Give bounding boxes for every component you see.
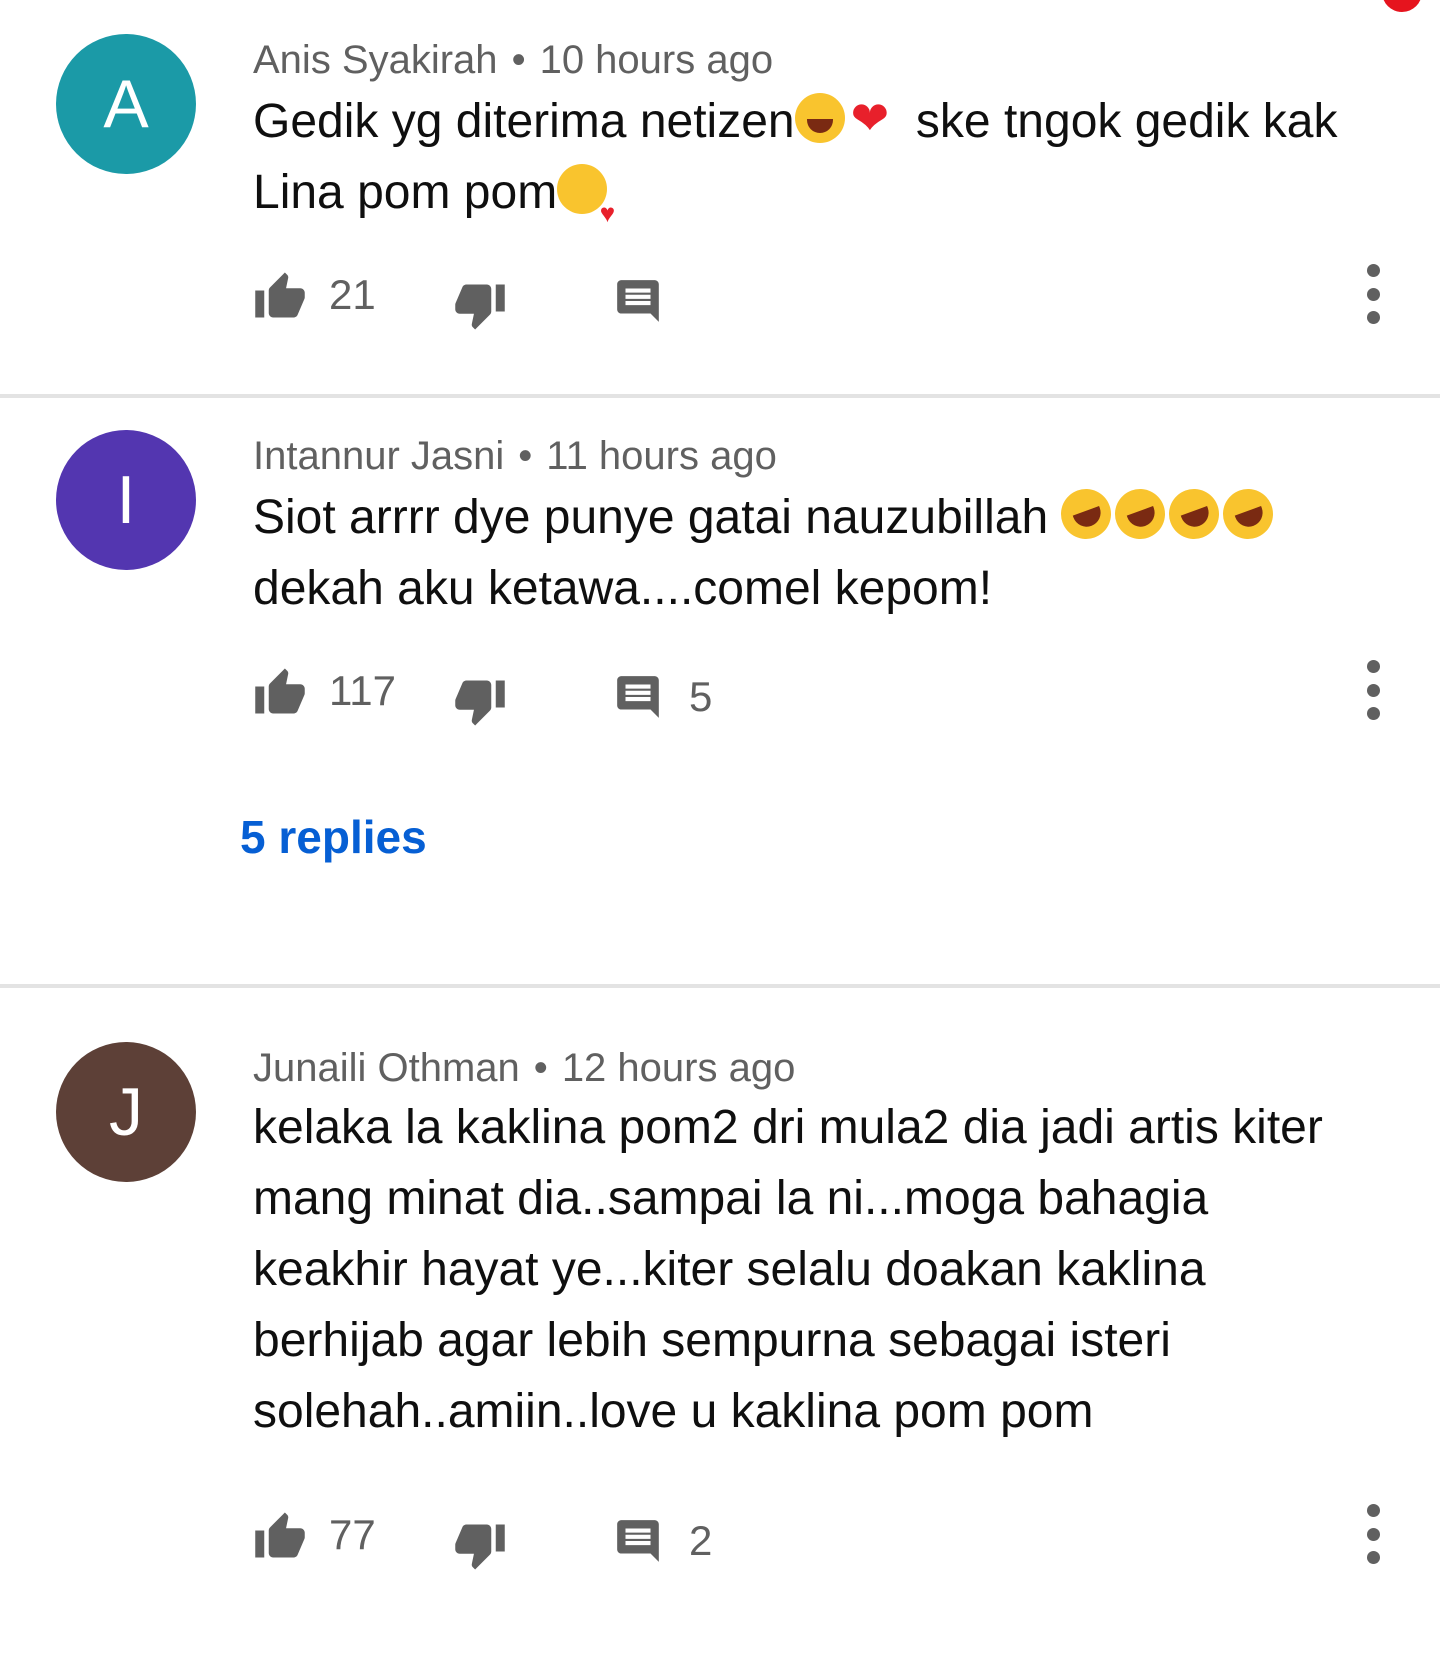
like-button[interactable]: 117 <box>253 656 396 726</box>
like-count: 21 <box>329 271 376 318</box>
face-blowing-kiss-emoji <box>557 164 615 249</box>
avatar[interactable]: J <box>56 1042 196 1182</box>
thumb-up-icon <box>255 272 305 318</box>
comment-text: Gedik yg diterima netizen ske tngok gedi… <box>253 86 1383 249</box>
dislike-button[interactable] <box>453 668 507 738</box>
reply-icon <box>617 280 659 322</box>
comment-author[interactable]: Junaili Othman <box>253 1046 520 1090</box>
comment-thread: J Junaili Othman • 12 hours ago kelaka la … <box>0 994 1440 1656</box>
comment-actions: 117 5 <box>253 656 1393 726</box>
meta-separator: • <box>511 38 526 82</box>
comment-meta: Anis Syakirah • 10 hours ago <box>253 36 773 84</box>
rofl-emoji <box>1108 481 1173 547</box>
rofl-emoji <box>1054 481 1119 547</box>
comment-time[interactable]: 12 hours ago <box>562 1046 796 1090</box>
avatar[interactable]: A <box>56 34 196 174</box>
comment-time[interactable]: 11 hours ago <box>546 434 777 478</box>
like-button[interactable]: 77 <box>253 1500 376 1570</box>
rofl-emoji <box>1216 481 1281 547</box>
reply-icon <box>617 1520 659 1562</box>
comment-thread: A Anis Syakirah • 10 hours ago Gedik yg di… <box>0 0 1440 398</box>
meta-separator: • <box>518 434 533 478</box>
grinning-sweat-emoji <box>794 93 845 143</box>
avatar-letter: J <box>109 1074 143 1150</box>
view-replies-link[interactable]: 5 replies <box>240 810 427 864</box>
dislike-button[interactable] <box>453 272 507 342</box>
red-heart-emoji <box>849 93 899 143</box>
avatar-letter: I <box>116 462 136 538</box>
comment-thread: I Intannur Jasni • 11 hours ago Siot arrrr… <box>0 402 1440 990</box>
comment-text: kelaka la kaklina pom2 dri mula2 dia jad… <box>253 1101 1323 1438</box>
reply-button[interactable]: 5 <box>613 662 712 732</box>
more-options-button[interactable] <box>1353 660 1393 720</box>
reply-count: 5 <box>689 673 713 720</box>
divider <box>0 984 1440 988</box>
reply-count: 2 <box>689 1517 713 1564</box>
thumb-down-icon <box>455 1524 505 1570</box>
comment-text: Siot arrrr dye punye gatai nauzubillah d… <box>253 481 1383 624</box>
thumb-down-icon <box>455 284 505 330</box>
comment-author[interactable]: Intannur Jasni <box>253 434 504 478</box>
comment-meta: Junaili Othman • 12 hours ago <box>253 1044 795 1092</box>
reply-icon <box>617 676 659 718</box>
like-count: 117 <box>329 667 396 714</box>
comment-actions: 21 <box>253 260 1393 330</box>
more-options-button[interactable] <box>1353 264 1393 324</box>
reply-button[interactable] <box>613 266 663 336</box>
dislike-button[interactable] <box>453 1512 507 1582</box>
thumb-up-icon <box>255 1512 305 1558</box>
comment-meta: Intannur Jasni • 11 hours ago <box>253 432 777 480</box>
thumb-up-icon <box>255 668 305 714</box>
comment-time[interactable]: 10 hours ago <box>540 38 774 82</box>
comment-text-part: Gedik yg diterima netizen <box>253 95 795 148</box>
like-count: 77 <box>329 1511 376 1558</box>
rofl-emoji <box>1162 481 1227 547</box>
avatar[interactable]: I <box>56 430 196 570</box>
more-vert-icon <box>1366 264 1380 277</box>
more-options-button[interactable] <box>1353 1504 1393 1564</box>
thumb-down-icon <box>455 680 505 726</box>
comment-text-part: Siot arrrr dye punye gatai nauzubillah <box>253 491 1062 544</box>
comment-author[interactable]: Anis Syakirah <box>253 38 498 82</box>
reply-button[interactable]: 2 <box>613 1506 712 1576</box>
meta-separator: • <box>533 1046 548 1090</box>
more-vert-icon <box>1366 1504 1380 1517</box>
more-vert-icon <box>1366 660 1380 673</box>
divider <box>0 394 1440 398</box>
comment-actions: 77 2 <box>253 1500 1393 1570</box>
avatar-letter: A <box>103 66 149 142</box>
like-button[interactable]: 21 <box>253 260 376 330</box>
comment-text-part: dekah aku ketawa....comel kepom! <box>253 562 993 615</box>
